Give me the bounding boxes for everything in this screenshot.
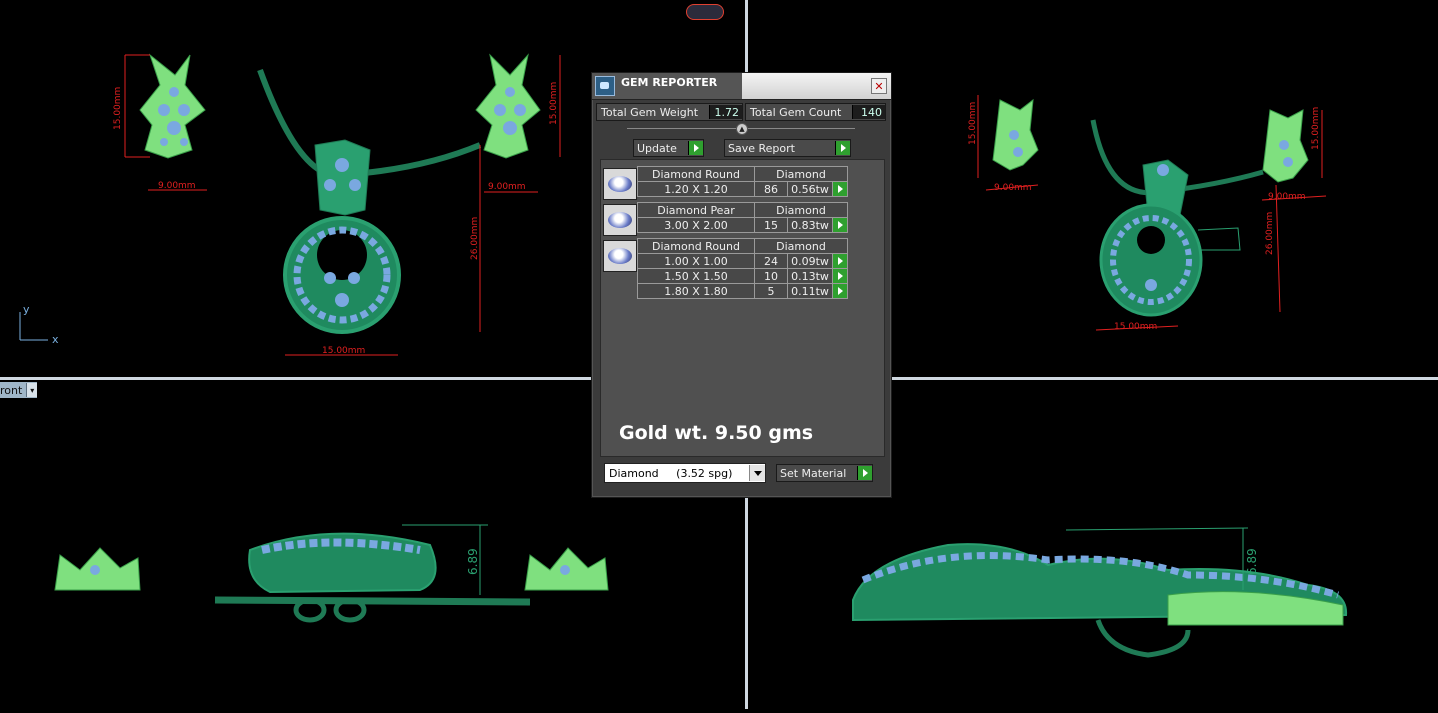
- dim-earring-left-height: 15.00mm: [113, 87, 123, 130]
- viewport-name-tab[interactable]: ront ▾: [0, 382, 38, 398]
- gem-material: Diamond: [754, 166, 848, 182]
- diamond-round-gem-icon: [603, 240, 637, 272]
- set-material-button[interactable]: Set Material: [776, 464, 873, 482]
- select-gem-button[interactable]: [832, 253, 848, 269]
- table-row: 1.80 X 1.80 5 0.11tw: [637, 283, 848, 299]
- total-gem-weight-field: Total Gem Weight 1.72: [596, 103, 743, 121]
- play-arrow-icon: [688, 141, 703, 155]
- gem-size: 1.80 X 1.80: [637, 283, 755, 299]
- gem-group-table: Diamond Round Diamond 1.00 X 1.00 24 0.0…: [637, 238, 848, 299]
- view-cube-widget[interactable]: [686, 4, 724, 20]
- dim-pendant-height: 26.00mm: [470, 217, 480, 260]
- dim-pers-pendant-width: 15.00mm: [1114, 322, 1157, 332]
- gem-name: Diamond Pear: [637, 202, 755, 218]
- select-gem-button[interactable]: [832, 217, 848, 233]
- dialog-title: GEM REPORTER: [621, 76, 718, 89]
- gold-weight-note: Gold wt. 9.50 gms: [619, 422, 814, 444]
- gem-size: 3.00 X 2.00: [637, 217, 755, 233]
- title-block: GEM REPORTER: [592, 73, 742, 99]
- select-gem-button[interactable]: [832, 181, 848, 197]
- dim-pers-side-height: 6.89: [1245, 548, 1259, 575]
- material-select-value: Diamond (3.52 spg): [609, 466, 733, 480]
- total-gem-count-field: Total Gem Count 140: [745, 103, 886, 121]
- total-gem-weight-value: 1.72: [709, 105, 742, 119]
- select-gem-button[interactable]: [832, 283, 848, 299]
- axis-y-label: y: [23, 303, 30, 316]
- total-gem-count-label: Total Gem Count: [750, 105, 842, 119]
- gem-material: Diamond: [754, 202, 848, 218]
- gem-count: 86: [754, 181, 788, 197]
- dim-pers-earring-left-width: 9.00mm: [994, 183, 1032, 193]
- set-perspective-side: [852, 543, 1348, 658]
- dim-earring-left-width: 9.00mm: [158, 181, 196, 191]
- gem-name: Diamond Round: [637, 238, 755, 254]
- earring-left-perspective: [992, 98, 1039, 171]
- gem-weight: 0.09tw: [787, 253, 833, 269]
- dim-pendant-width: 15.00mm: [322, 346, 365, 356]
- earring-left-side: [54, 547, 141, 591]
- pendant-front: [257, 68, 482, 334]
- dim-pers-earring-left-height: 15.00mm: [968, 102, 978, 145]
- total-gem-weight-label: Total Gem Weight: [601, 105, 699, 119]
- gem-list-panel: Diamond Round Diamond 1.20 X 1.20 86 0.5…: [600, 159, 885, 457]
- close-icon: ✕: [874, 79, 884, 93]
- table-row: 1.50 X 1.50 10 0.13tw: [637, 268, 848, 284]
- chevron-down-icon[interactable]: ▾: [26, 383, 38, 397]
- diamond-round-gem-icon: [603, 168, 637, 200]
- gem-weight: 0.83tw: [787, 217, 833, 233]
- gem-reporter-dialog[interactable]: GEM REPORTER ✕ Total Gem Weight 1.72 Tot…: [591, 72, 892, 498]
- gem-reporter-app-icon: [595, 76, 615, 96]
- table-row: 3.00 X 2.00 15 0.83tw: [637, 217, 848, 233]
- table-row: 1.20 X 1.20 86 0.56tw: [637, 181, 848, 197]
- update-button-label: Update: [637, 141, 677, 155]
- gem-size: 1.20 X 1.20: [637, 181, 755, 197]
- diamond-pear-gem-icon: [603, 204, 637, 236]
- viewport-name-label: ront: [0, 383, 23, 397]
- play-arrow-icon: [835, 141, 850, 155]
- gem-count: 5: [754, 283, 788, 299]
- axis-x-label: x: [52, 333, 59, 346]
- pendant-side: [214, 532, 531, 623]
- dim-pers-earring-right-height: 15.00mm: [1311, 107, 1321, 150]
- save-report-button[interactable]: Save Report: [724, 139, 851, 157]
- earring-right-side: [524, 547, 609, 591]
- gem-group-table: Diamond Round Diamond 1.20 X 1.20 86 0.5…: [637, 166, 848, 197]
- update-button[interactable]: Update: [633, 139, 704, 157]
- gem-count: 10: [754, 268, 788, 284]
- total-gem-count-value: 140: [852, 105, 885, 119]
- collapse-toggle-icon[interactable]: ▲: [736, 123, 748, 135]
- dim-pers-pendant-height: 26.00mm: [1265, 212, 1275, 255]
- play-arrow-icon: [857, 466, 872, 480]
- gem-size: 1.50 X 1.50: [637, 268, 755, 284]
- earring-right-perspective: [1262, 109, 1309, 183]
- gem-weight: 0.13tw: [787, 268, 833, 284]
- chevron-down-icon[interactable]: [749, 465, 765, 481]
- gem-material: Diamond: [754, 238, 848, 254]
- gem-weight: 0.56tw: [787, 181, 833, 197]
- gem-count: 15: [754, 217, 788, 233]
- gem-weight: 0.11tw: [787, 283, 833, 299]
- table-row: 1.00 X 1.00 24 0.09tw: [637, 253, 848, 269]
- gem-count: 24: [754, 253, 788, 269]
- dim-side-height: 6.89: [466, 548, 480, 575]
- dim-earring-right-height: 15.00mm: [549, 82, 559, 125]
- set-material-button-label: Set Material: [780, 466, 847, 480]
- select-gem-button[interactable]: [832, 268, 848, 284]
- earring-right-front: [475, 53, 541, 159]
- gem-name: Diamond Round: [637, 166, 755, 182]
- earring-left-front: [139, 53, 206, 159]
- gem-size: 1.00 X 1.00: [637, 253, 755, 269]
- close-button[interactable]: ✕: [871, 78, 887, 94]
- gem-group-table: Diamond Pear Diamond 3.00 X 2.00 15 0.83…: [637, 202, 848, 233]
- pendant-perspective: [1090, 119, 1264, 317]
- dim-earring-right-width: 9.00mm: [488, 182, 526, 192]
- dim-pers-earring-right-width: 9.00mm: [1268, 192, 1306, 202]
- dialog-title-bar[interactable]: GEM REPORTER ✕: [592, 73, 891, 100]
- save-report-button-label: Save Report: [728, 141, 795, 155]
- material-select[interactable]: Diamond (3.52 spg): [604, 463, 766, 483]
